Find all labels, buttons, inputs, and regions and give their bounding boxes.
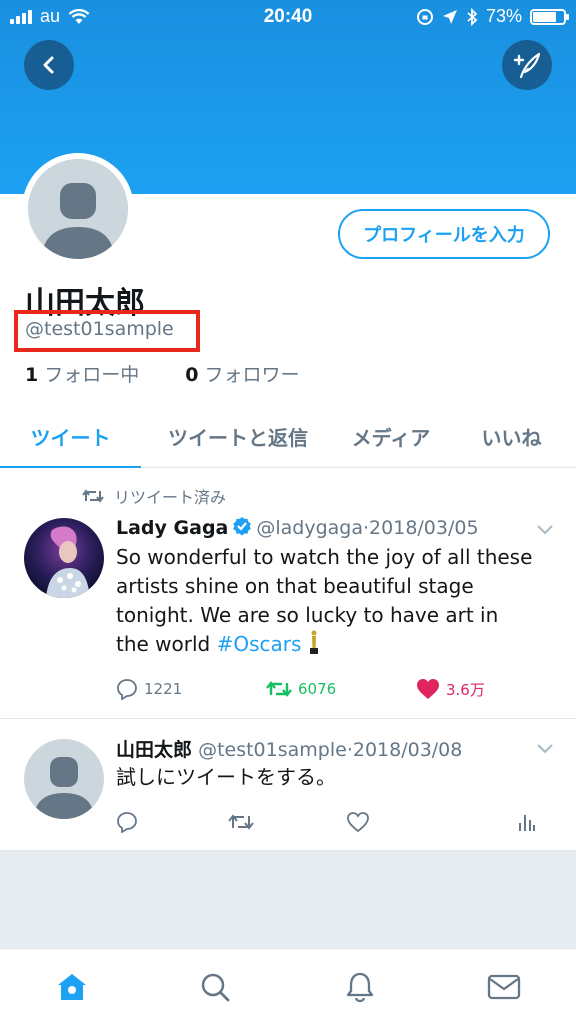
back-button[interactable]	[24, 40, 74, 90]
nav-search[interactable]	[197, 969, 233, 1005]
profile-handle: @test01sample	[25, 318, 174, 340]
compose-tweet-button[interactable]	[502, 40, 552, 90]
retweet-icon	[228, 814, 254, 830]
tweet-avatar[interactable]	[24, 739, 104, 819]
orientation-lock-icon	[416, 8, 433, 25]
following-stat[interactable]: 1 フォロー中	[25, 360, 139, 387]
reply-action[interactable]: 1221	[116, 678, 266, 700]
tweet-actions: 1221 6076 3.6万	[116, 678, 485, 700]
nav-notifications[interactable]	[342, 969, 378, 1005]
retweet-context: リツイート済み	[82, 484, 226, 508]
reply-icon	[117, 812, 137, 833]
reply-icon	[117, 679, 137, 700]
retweet-action[interactable]: 6076	[266, 679, 416, 699]
tab-tweets-and-replies[interactable]: ツイートと返信	[141, 404, 335, 468]
tweet-author-handle: @test01sample	[198, 739, 347, 761]
nav-home[interactable]	[54, 969, 90, 1005]
profile-avatar[interactable]	[22, 153, 134, 265]
envelope-icon	[487, 974, 521, 1000]
reply-count: 1221	[144, 680, 183, 698]
search-icon	[201, 973, 230, 1002]
heart-outline-icon	[347, 812, 369, 833]
bell-icon	[346, 972, 374, 1003]
like-action[interactable]	[346, 811, 518, 833]
tweet-item[interactable]: 山田太郎 @test01sample·2018/03/08 試しにツイートをする…	[0, 719, 576, 851]
chevron-left-icon	[43, 56, 54, 74]
user-avatar-image	[24, 518, 104, 598]
bottom-tab-bar	[0, 948, 576, 1024]
followers-label: フォロワー	[204, 364, 300, 386]
followers-count: 0	[185, 364, 199, 386]
like-action[interactable]: 3.6万	[416, 678, 485, 700]
default-avatar-icon	[24, 739, 104, 819]
default-avatar-icon	[28, 159, 128, 259]
status-bar: au 20:40 73%	[0, 0, 576, 34]
analytics-action[interactable]	[518, 811, 536, 833]
retweet-icon	[82, 489, 104, 503]
analytics-icon	[519, 815, 535, 831]
tweet-item[interactable]: リツイート済み Lady Gaga @ladygaga·2018/03/05 S…	[0, 468, 576, 719]
tweet-author-name[interactable]: Lady Gaga	[116, 517, 228, 539]
tweet-author-handle: @ladygaga	[256, 517, 364, 539]
nav-messages[interactable]	[486, 969, 522, 1005]
tab-media[interactable]: メディア	[335, 404, 447, 468]
retweet-icon	[266, 681, 292, 697]
tweet-body: So wonderful to watch the joy of all the…	[116, 545, 533, 656]
timeline-empty-area	[0, 851, 576, 948]
battery-percent: 73%	[485, 6, 522, 26]
retweet-count: 6076	[298, 680, 337, 698]
location-arrow-icon	[442, 9, 457, 24]
tweet-avatar[interactable]	[24, 518, 104, 598]
edit-profile-button[interactable]: プロフィールを入力	[338, 209, 550, 259]
following-count: 1	[25, 364, 39, 386]
chevron-down-icon[interactable]	[536, 524, 554, 536]
reply-action[interactable]	[116, 811, 228, 833]
compose-tweet-icon	[513, 52, 541, 79]
tab-likes[interactable]: いいね	[447, 404, 576, 468]
heart-icon	[417, 679, 439, 699]
like-count: 3.6万	[446, 680, 485, 699]
tweet-date: ·2018/03/05	[363, 517, 479, 539]
retweet-context-label: リツイート済み	[114, 488, 227, 507]
tweet-header: 山田太郎 @test01sample·2018/03/08	[116, 735, 462, 762]
tweet-text: So wonderful to watch the joy of all the…	[116, 543, 536, 659]
battery-icon	[530, 8, 569, 25]
verified-badge-icon	[233, 517, 252, 536]
tweet-header: Lady Gaga @ladygaga·2018/03/05	[116, 516, 479, 539]
following-label: フォロー中	[44, 364, 140, 386]
bluetooth-icon	[467, 7, 478, 26]
hashtag-link[interactable]: #Oscars	[217, 632, 302, 656]
tweet-author-name[interactable]: 山田太郎	[116, 739, 192, 761]
tab-tweets[interactable]: ツイート	[0, 404, 141, 469]
tweet-text: 試しにツイートをする。	[116, 765, 336, 789]
home-icon	[58, 974, 86, 1000]
oscar-statuette-icon	[309, 630, 318, 654]
tweet-actions	[116, 811, 556, 833]
retweet-action[interactable]	[228, 812, 346, 832]
profile-tabs: ツイート ツイートと返信 メディア いいね	[0, 404, 576, 469]
tweet-date: ·2018/03/08	[346, 739, 463, 761]
follow-stats: 1 フォロー中 0 フォロワー	[25, 360, 300, 387]
chevron-down-icon[interactable]	[536, 743, 554, 755]
followers-stat[interactable]: 0 フォロワー	[185, 360, 299, 387]
